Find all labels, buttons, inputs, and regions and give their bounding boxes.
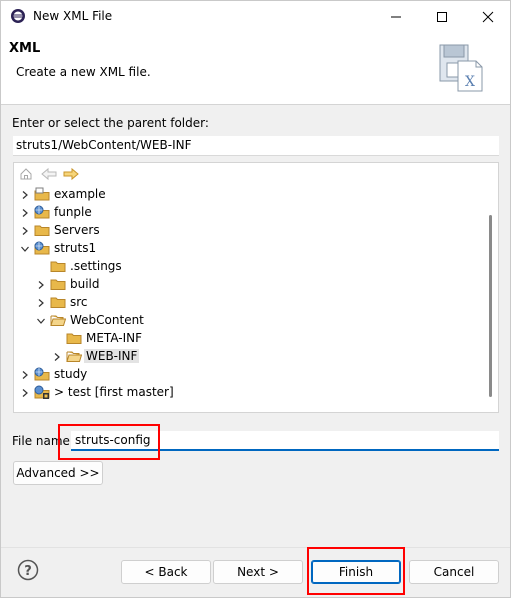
chevron-right-icon[interactable] [20,207,30,217]
chevron-right-icon[interactable] [36,279,46,289]
advanced-button[interactable]: Advanced >> [13,461,103,485]
tree-item-web-inf[interactable]: WEB-INF [14,347,484,365]
folder-icon [50,294,66,310]
tree-item-study[interactable]: study [14,365,484,383]
tree-item-label: study [54,367,88,381]
header-divider [1,104,510,105]
project-icon [34,186,50,202]
back-arrow-icon[interactable] [41,167,57,184]
tree-item-label: META-INF [86,331,143,345]
back-button[interactable]: < Back [121,560,211,584]
new-xml-file-dialog: New XML File XML Create a new XML file. … [0,0,511,598]
wizard-description: Create a new XML file. [16,65,151,79]
eclipse-app-icon [11,9,25,23]
next-button[interactable]: Next > [213,560,303,584]
folder-tree[interactable]: example funple Servers struts1 .settings buil… [13,162,499,413]
close-button[interactable] [465,1,511,32]
folder-icon [34,222,50,238]
tree-item-src[interactable]: src [14,293,484,311]
web-project-icon [34,204,50,220]
tree-item-servers[interactable]: Servers [14,221,484,239]
tree-item-build[interactable]: build [14,275,484,293]
maximize-icon [437,12,447,22]
chevron-right-icon[interactable] [20,225,30,235]
window-title: New XML File [33,9,113,23]
cancel-button[interactable]: Cancel [409,560,499,584]
folder-icon [66,330,82,346]
tree-item-funple[interactable]: funple [14,203,484,221]
tree-item-struts1[interactable]: struts1 [14,239,484,257]
tree-item-example[interactable]: example [14,185,484,203]
tree-item-test-first-master[interactable]: > test [first master] [14,383,484,401]
finish-highlight-box [307,547,405,595]
minimize-icon [391,16,401,18]
chevron-right-icon[interactable] [36,297,46,307]
maximize-button[interactable] [419,1,465,32]
web-project-icon [34,240,50,256]
chevron-right-icon[interactable] [20,189,30,199]
minimize-button[interactable] [373,1,419,32]
chevron-right-icon[interactable] [20,369,30,379]
wizard-title: XML [9,41,41,56]
title-bar: New XML File [1,1,510,32]
tree-item-label: build [70,277,100,291]
tree-item-webcontent[interactable]: WebContent [14,311,484,329]
tree-item-label: WEB-INF [84,349,140,363]
chevron-down-icon[interactable] [20,243,30,253]
tree-scrollbar[interactable] [489,215,492,397]
folder-open-icon [66,348,83,364]
home-icon[interactable] [19,167,33,184]
parent-folder-label: Enter or select the parent folder: [12,116,209,130]
folder-open-icon [50,312,67,328]
file-name-highlight-box [58,424,160,460]
tree-item-label: struts1 [54,241,97,255]
chevron-down-icon[interactable] [36,315,46,325]
tree-item-label: example [54,187,106,201]
folder-icon [50,258,66,274]
web-project-icon [34,366,50,382]
tree-item-label: > test [first master] [54,385,174,399]
svg-text:X: X [465,74,475,90]
parent-folder-input[interactable]: struts1/WebContent/WEB-INF [13,136,499,156]
close-icon [482,11,494,23]
help-glyph: ? [24,564,32,579]
help-icon[interactable]: ? [17,559,39,581]
tree-item-label: .settings [70,259,122,273]
chevron-right-icon[interactable] [20,387,30,397]
chevron-right-icon[interactable] [52,351,62,361]
tree-item-meta-inf[interactable]: META-INF [14,329,484,347]
xml-file-wizard-icon: X [439,44,483,92]
tree-item-label: funple [54,205,92,219]
tree-item-label: Servers [54,223,100,237]
tree-item-label: WebContent [70,313,144,327]
button-bar-divider [1,547,510,548]
forward-arrow-icon[interactable] [63,167,79,184]
folder-icon [50,276,66,292]
git-project-icon [34,384,50,400]
tree-item-settings[interactable]: .settings [14,257,484,275]
tree-item-label: src [70,295,88,309]
wizard-header: XML Create a new XML file. X [1,32,510,104]
